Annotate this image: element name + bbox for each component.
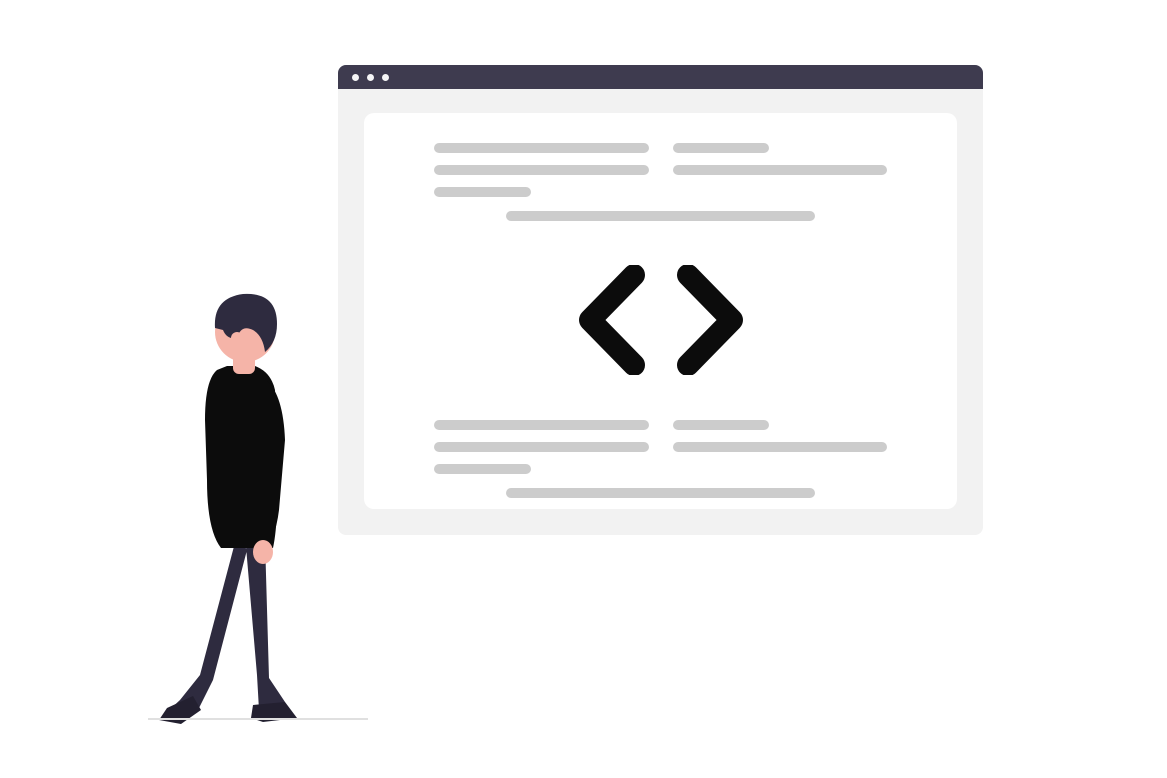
placeholder-line [673, 442, 888, 452]
placeholder-text-block-top [434, 143, 887, 197]
window-dot-icon [352, 74, 359, 81]
placeholder-line [673, 165, 888, 175]
placeholder-line [434, 464, 531, 474]
title-bar [338, 65, 983, 89]
content-panel [364, 113, 957, 509]
placeholder-line [434, 143, 649, 153]
placeholder-text-block-bottom [434, 420, 887, 474]
placeholder-line [673, 143, 770, 153]
placeholder-line [434, 165, 649, 175]
placeholder-line [434, 420, 649, 430]
window-dot-icon [382, 74, 389, 81]
placeholder-line [673, 420, 770, 430]
placeholder-line [434, 187, 531, 197]
window-dot-icon [367, 74, 374, 81]
placeholder-line [434, 442, 649, 452]
ground-line [148, 718, 368, 720]
browser-window [338, 65, 983, 535]
placeholder-full-line [434, 488, 887, 498]
code-brackets-icon [576, 265, 746, 380]
placeholder-full-line [434, 211, 887, 221]
person-illustration [145, 280, 345, 730]
